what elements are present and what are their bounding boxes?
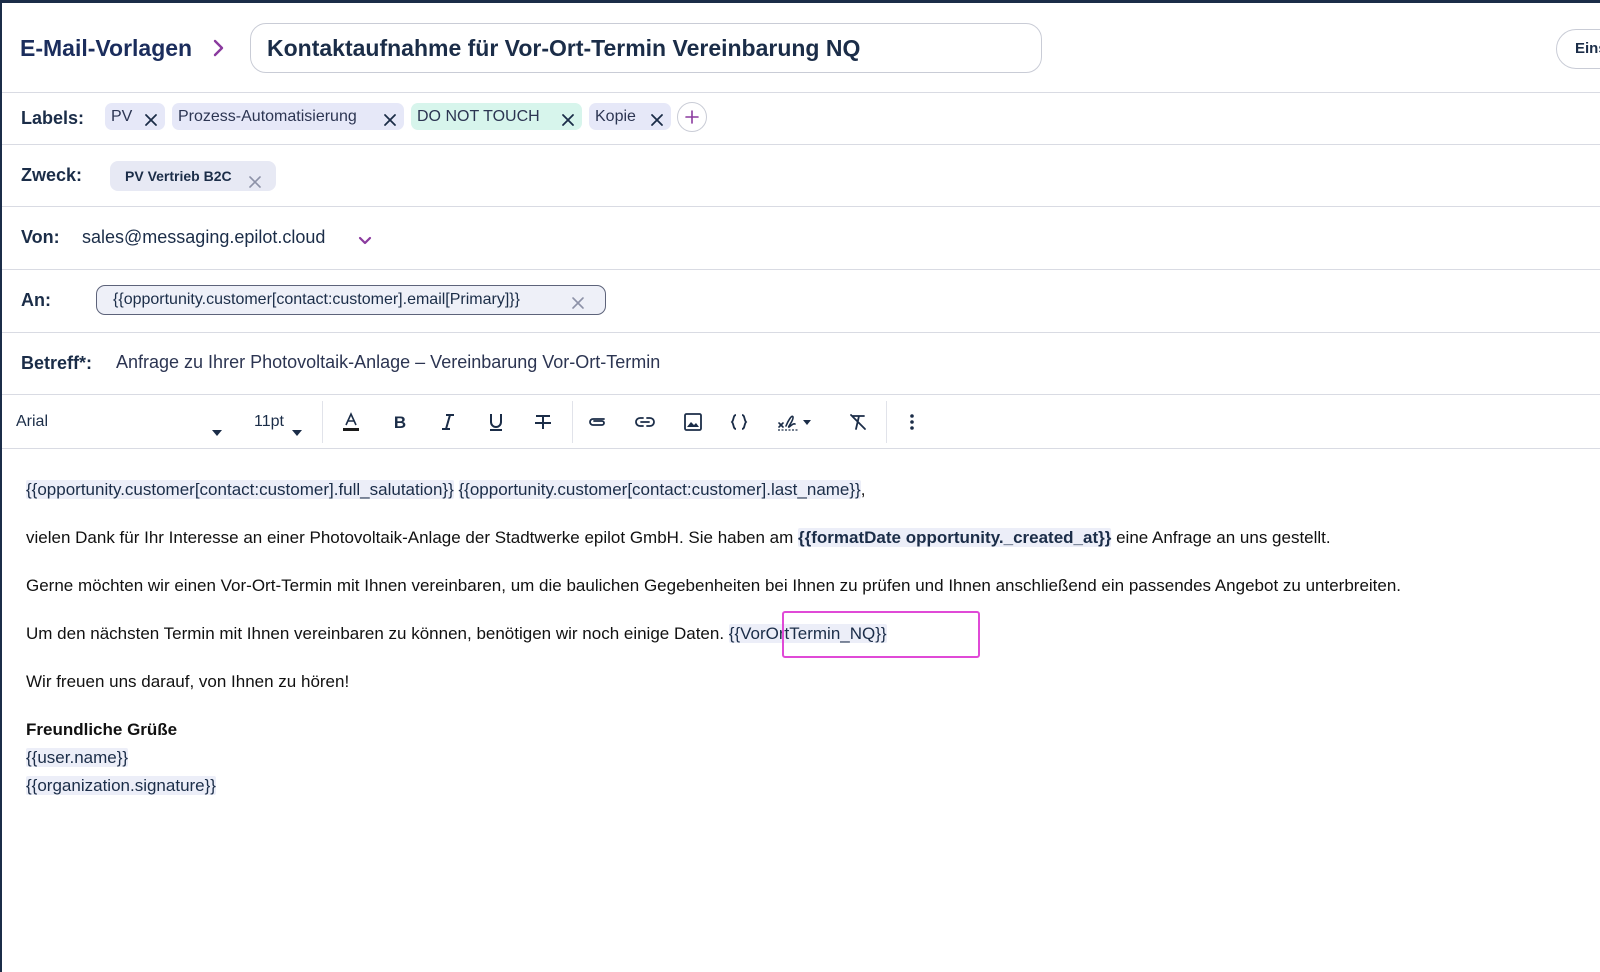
label-chip[interactable]: PV — [105, 103, 165, 130]
signature-icon[interactable] — [774, 408, 818, 436]
subject-input[interactable] — [114, 347, 1414, 377]
purpose-row: Zweck: PV Vertrieb B2C — [2, 145, 1600, 207]
add-label-button[interactable] — [677, 102, 707, 132]
attachment-icon[interactable] — [582, 408, 612, 436]
body-text: eine Anfrage an uns gestellt. — [1111, 528, 1331, 547]
body-line-data: Um den nächsten Termin mit Ihnen vereinb… — [26, 624, 887, 644]
label-chip[interactable]: DO NOT TOUCH — [411, 103, 582, 130]
template-name-input[interactable] — [250, 23, 1042, 73]
purpose-chip-text: PV Vertrieb B2C — [125, 168, 232, 184]
link-icon[interactable] — [630, 408, 660, 436]
font-family-value: Arial — [16, 413, 49, 430]
chevron-right-icon — [212, 39, 226, 57]
variable-token[interactable]: {{user.name}} — [26, 748, 129, 767]
purpose-chip[interactable]: PV Vertrieb B2C — [110, 161, 276, 191]
to-label: An: — [21, 290, 51, 310]
clear-formatting-icon[interactable] — [843, 408, 873, 436]
font-family-select[interactable]: Arial — [16, 409, 226, 436]
label-chip[interactable]: Prozess-Automatisierung — [172, 103, 404, 130]
bold-icon[interactable]: B — [385, 408, 415, 436]
variable-token[interactable]: {{organization.signature}} — [26, 776, 216, 795]
body-line-greeting: Freundliche Grüße — [26, 720, 178, 739]
body-text: vielen Dank für Ihr Interesse an einer P… — [26, 528, 799, 547]
body-text: Um den nächsten Termin mit Ihnen vereinb… — [26, 624, 729, 643]
toolbar-divider — [572, 401, 573, 443]
chevron-down-icon[interactable] — [358, 233, 372, 245]
body-line-closing-text: Wir freuen uns darauf, von Ihnen zu höre… — [26, 672, 350, 691]
email-body-editor[interactable]: {{opportunity.customer[contact:customer]… — [2, 450, 1600, 972]
body-line-salutation: {{opportunity.customer[contact:customer]… — [26, 480, 865, 500]
caret-down-icon — [212, 419, 222, 436]
recipient-chip-text: {{opportunity.customer[contact:customer]… — [113, 291, 520, 308]
from-label: Von: — [21, 227, 60, 247]
label-chip[interactable]: Kopie — [589, 103, 671, 130]
body-line-signature: {{organization.signature}} — [26, 776, 216, 796]
settings-button[interactable]: Einstellungen — [1556, 29, 1600, 69]
toolbar-divider — [886, 401, 887, 443]
close-icon[interactable] — [650, 109, 664, 126]
close-icon[interactable] — [383, 109, 397, 126]
variable-token[interactable]: {{formatDate opportunity._created_at}} — [798, 528, 1112, 547]
body-line-thanks: vielen Dank für Ihr Interesse an einer P… — [26, 528, 1331, 548]
variable-token[interactable]: {{VorOrtTermin_NQ}} — [728, 624, 887, 643]
close-icon[interactable] — [571, 292, 585, 309]
toolbar-divider — [322, 401, 323, 443]
body-text: , — [860, 480, 866, 499]
recipient-chip[interactable]: {{opportunity.customer[contact:customer]… — [96, 285, 606, 315]
caret-down-icon — [292, 419, 302, 436]
editor-header: E-Mail-Vorlagen Einstellungen — [2, 3, 1600, 93]
label-chip-text: Kopie — [595, 108, 636, 125]
close-icon[interactable] — [561, 109, 575, 126]
italic-icon[interactable] — [433, 408, 463, 436]
from-row: Von: sales@messaging.epilot.cloud — [2, 207, 1600, 270]
underline-icon[interactable] — [481, 408, 511, 436]
more-options-icon[interactable] — [897, 408, 927, 436]
labels-row: Labels: PV Prozess-Automatisierung DO NO… — [2, 93, 1600, 145]
svg-text:B: B — [394, 413, 406, 432]
breadcrumb-email-templates[interactable]: E-Mail-Vorlagen — [20, 35, 192, 62]
purpose-label: Zweck: — [21, 165, 83, 185]
to-row: An: {{opportunity.customer[contact:custo… — [2, 270, 1600, 333]
variables-icon[interactable] — [724, 408, 754, 436]
editor-toolbar: Arial 11pt B — [2, 395, 1600, 449]
text-color-button[interactable] — [336, 408, 366, 436]
font-size-value: 11pt — [254, 413, 284, 430]
close-icon[interactable] — [144, 109, 158, 126]
font-size-select[interactable]: 11pt — [254, 409, 312, 436]
body-line-appointment: Gerne möchten wir einen Vor-Ort-Termin m… — [26, 576, 1402, 595]
subject-row: Betreff*: — [2, 333, 1600, 395]
label-chip-text: DO NOT TOUCH — [417, 108, 540, 125]
variable-token[interactable]: {{opportunity.customer[contact:customer]… — [26, 480, 454, 499]
body-line-user: {{user.name}} — [26, 748, 129, 768]
label-chip-text: Prozess-Automatisierung — [178, 108, 357, 125]
image-icon[interactable] — [678, 408, 708, 436]
variable-token[interactable]: {{opportunity.customer[contact:customer]… — [458, 480, 861, 499]
label-chip-text: PV — [111, 108, 133, 125]
subject-label: Betreff*: — [21, 353, 93, 373]
labels-label: Labels: — [21, 108, 85, 128]
close-icon[interactable] — [248, 169, 262, 188]
strikethrough-icon[interactable] — [528, 408, 558, 436]
sender-select[interactable]: sales@messaging.epilot.cloud — [82, 227, 325, 248]
